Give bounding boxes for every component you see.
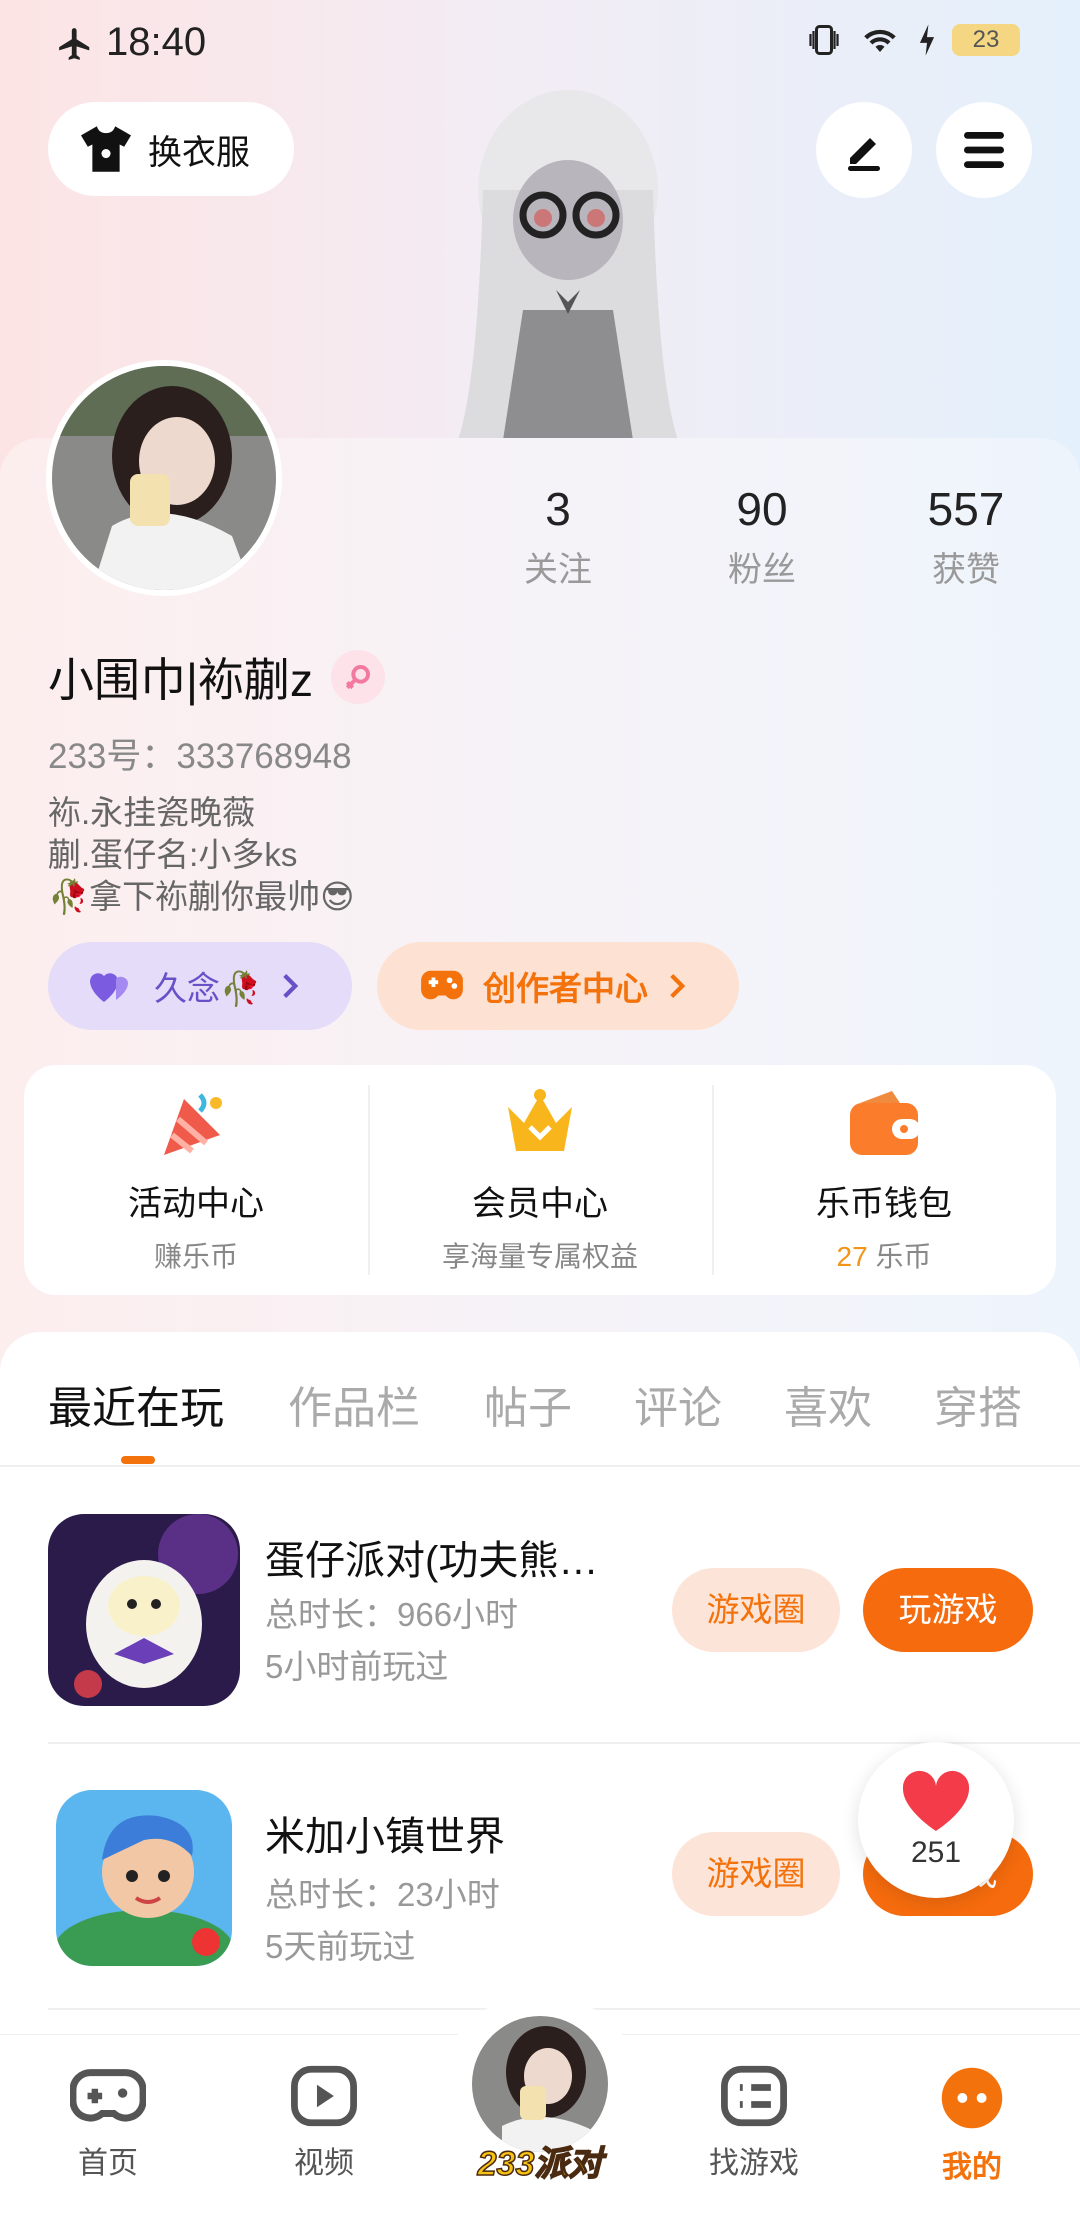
activity-center-sub: 赚乐币 (153, 1241, 238, 1272)
activity-center-button[interactable]: 活动中心 赚乐币 (24, 1065, 368, 1295)
game-last-played: 5小时前玩过 (265, 1648, 449, 1685)
active-tab-indicator (121, 1456, 155, 1464)
feature-panel: 活动中心 赚乐币 会员中心 享海量专属权益 乐币钱包 27 乐币 (24, 1065, 1056, 1295)
profile-name: 小围巾|袮蒯z (48, 654, 313, 706)
change-outfit-label: 换衣服 (148, 133, 250, 172)
tab-likes[interactable]: 喜欢 (784, 1372, 872, 1436)
creator-center-label: 创作者中心 (483, 970, 648, 1007)
coin-unit: 乐币 (867, 1241, 932, 1272)
hearts-icon (90, 973, 128, 1002)
airplane-icon (59, 28, 90, 60)
battery-indicator: 23 (952, 24, 1020, 56)
nav-me[interactable]: 我的 (902, 2065, 1042, 2186)
stat-following-label: 关注 (524, 551, 592, 589)
status-time: 18:40 (106, 20, 207, 64)
menu-button[interactable] (936, 102, 1032, 198)
play-game-button[interactable]: 玩游戏 (863, 1568, 1033, 1652)
wifi-icon (864, 29, 896, 52)
game-circle-button[interactable]: 游戏圈 (672, 1832, 840, 1916)
vip-center-title: 会员中心 (472, 1185, 608, 1223)
pencil-icon (848, 138, 880, 171)
tshirt-icon (81, 126, 131, 172)
nav-233-party-label[interactable]: 233派对 (468, 2136, 612, 2185)
game-icon-eggy-party[interactable] (48, 1514, 240, 1706)
tab-outfits[interactable]: 穿搭 (934, 1372, 1022, 1436)
menu-icon (964, 132, 1004, 168)
game-icon-miga-town[interactable] (56, 1790, 232, 1966)
gamepad-icon (69, 2069, 147, 2122)
game-duration: 总时长：23小时 (265, 1876, 500, 1913)
coin-balance: 27 (836, 1241, 868, 1272)
game-row[interactable]: 蛋仔派对(功夫熊… 总时长：966小时 5小时前玩过 游戏圈 玩游戏 (0, 1514, 1080, 1774)
chevron-right-icon (283, 974, 299, 998)
wallet-icon (850, 1091, 920, 1155)
tab-works[interactable]: 作品栏 (288, 1372, 420, 1436)
heart-icon (902, 1770, 970, 1831)
stat-fans-value: 90 (736, 483, 788, 535)
like-float-button[interactable]: 251 (858, 1742, 1014, 1898)
vip-center-sub: 享海量专属权益 (441, 1241, 638, 1272)
tabs-divider (0, 1465, 1080, 1467)
nav-video[interactable]: 视频 (254, 2065, 394, 2182)
crown-icon (508, 1089, 572, 1151)
like-count: 251 (910, 1836, 962, 1869)
profile-face-icon (941, 2067, 1003, 2129)
character-avatar-3d[interactable] (418, 80, 718, 440)
game-last-played: 5天前玩过 (265, 1928, 416, 1965)
party-popper-icon (164, 1093, 222, 1155)
profile-tabs: 最近在玩 作品栏 帖子 评论 喜欢 穿搭 (0, 1362, 1080, 1452)
profile-bio: 袮.永挂瓷晚薇 蒯.蛋仔名:小多ks 🥀拿下袮蒯你最帅😎 (48, 792, 355, 918)
stat-likes-value: 557 (927, 483, 1005, 535)
nav-home-label: 首页 (78, 2147, 138, 2180)
game-circle-button[interactable]: 游戏圈 (672, 1568, 840, 1652)
profile-avatar[interactable] (46, 360, 282, 596)
bio-line: 🥀拿下袮蒯你最帅😎 (48, 878, 355, 915)
vibrate-icon (809, 25, 839, 55)
activity-center-title: 活动中心 (128, 1185, 264, 1223)
game-title: 蛋仔派对(功夫熊… (265, 1539, 599, 1583)
profile-name-row: 小围巾|袮蒯z (48, 644, 385, 710)
relationship-tag-button[interactable]: 久念🥀 (48, 942, 352, 1030)
list-icon (721, 2065, 787, 2127)
gamepad-icon (421, 970, 463, 1000)
creator-center-button[interactable]: 创作者中心 (377, 942, 739, 1030)
relationship-tag-label: 久念🥀 (154, 970, 262, 1007)
tab-posts[interactable]: 帖子 (484, 1372, 572, 1436)
change-outfit-button[interactable]: 换衣服 (48, 102, 294, 196)
female-gender-icon (330, 650, 385, 704)
chevron-right-icon (670, 974, 686, 998)
nav-233-party-avatar[interactable] (468, 2012, 612, 2156)
coin-wallet-sub: 27 乐币 (712, 1235, 1056, 1275)
nav-find-games-label: 找游戏 (709, 2147, 799, 2180)
stat-likes[interactable]: 557 获赞 (886, 482, 1046, 591)
stat-fans[interactable]: 90 粉丝 (682, 482, 842, 591)
game-title: 米加小镇世界 (265, 1815, 505, 1859)
stat-likes-label: 获赞 (932, 551, 1000, 589)
tab-recent-played[interactable]: 最近在玩 (48, 1372, 224, 1436)
edit-button[interactable] (816, 102, 912, 198)
coin-wallet-title: 乐币钱包 (816, 1185, 952, 1223)
stat-fans-label: 粉丝 (728, 551, 796, 589)
nav-home[interactable]: 首页 (38, 2065, 178, 2182)
avatar-photo (52, 366, 276, 590)
nav-me-label: 我的 (942, 2151, 1002, 2184)
video-icon (291, 2065, 357, 2127)
nav-find-games[interactable]: 找游戏 (684, 2065, 824, 2182)
game-duration: 总时长：966小时 (265, 1596, 519, 1633)
vip-center-button[interactable]: 会员中心 享海量专属权益 (368, 1065, 712, 1295)
bio-line: 蒯.蛋仔名:小多ks (48, 836, 298, 873)
charging-icon (919, 24, 935, 56)
user-id: 233号：333768948 (48, 737, 352, 776)
stat-following[interactable]: 3 关注 (478, 482, 638, 591)
bio-line: 袮.永挂瓷晚薇 (48, 794, 256, 831)
stat-following-value: 3 (545, 483, 571, 535)
tab-comments[interactable]: 评论 (634, 1372, 722, 1436)
nav-video-label: 视频 (294, 2147, 354, 2180)
status-bar: 18:40 23 (0, 0, 1080, 90)
coin-wallet-button[interactable]: 乐币钱包 27 乐币 (712, 1065, 1056, 1295)
